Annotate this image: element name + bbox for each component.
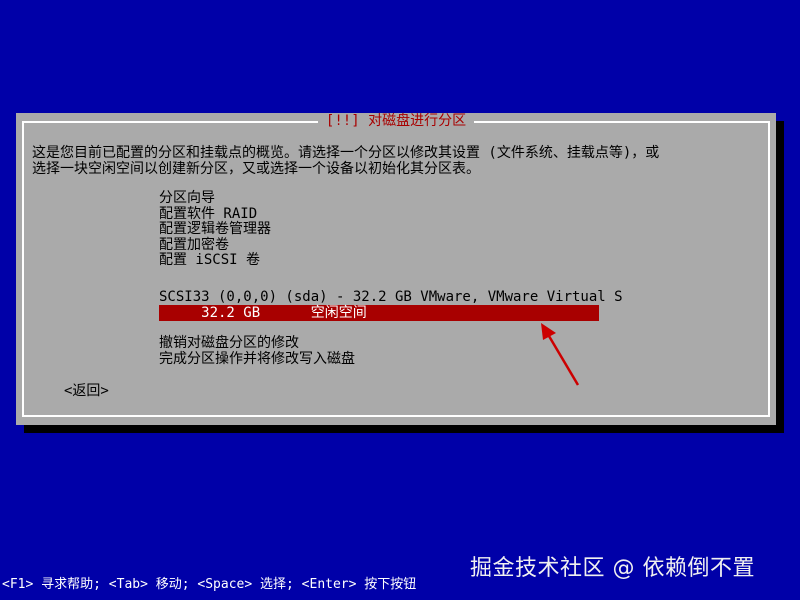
partition-actions: 撤销对磁盘分区的修改 完成分区操作并将修改写入磁盘 xyxy=(159,335,355,367)
partition-menu: 分区向导 配置软件 RAID 配置逻辑卷管理器 配置加密卷 配置 iSCSI 卷 xyxy=(159,190,271,269)
dialog-title-text: [!!] 对磁盘进行分区 xyxy=(317,113,475,129)
menu-item-lvm[interactable]: 配置逻辑卷管理器 xyxy=(159,221,271,238)
partition-dialog: [!!] 对磁盘进行分区 这是您目前已配置的分区和挂载点的概览。请选择一个分区以… xyxy=(16,113,776,425)
menu-item-guided-partitioning[interactable]: 分区向导 xyxy=(159,190,271,207)
finish-partitioning-item[interactable]: 完成分区操作并将修改写入磁盘 xyxy=(159,351,355,367)
back-button[interactable]: <返回> xyxy=(64,383,109,399)
description-line-1: 这是您目前已配置的分区和挂载点的概览。请选择一个分区以修改其设置 (文件系统、挂… xyxy=(32,145,660,161)
watermark: 掘金技术社区 @ 依赖倒不置 xyxy=(470,556,755,581)
description-line-2: 选择一块空闲空间以创建新分区，又或选择一个设备以初始化其分区表。 xyxy=(32,161,480,177)
dialog-description: 这是您目前已配置的分区和挂载点的概览。请选择一个分区以修改其设置 (文件系统、挂… xyxy=(32,145,762,177)
status-bar: <F1> 寻求帮助; <Tab> 移动; <Space> 选择; <Enter>… xyxy=(2,577,417,592)
menu-item-software-raid[interactable]: 配置软件 RAID xyxy=(159,206,271,223)
dialog-title: [!!] 对磁盘进行分区 xyxy=(16,113,776,129)
disk-entry[interactable]: SCSI33 (0,0,0) (sda) - 32.2 GB VMware, V… xyxy=(159,289,623,305)
undo-changes-item[interactable]: 撤销对磁盘分区的修改 xyxy=(159,335,355,351)
menu-item-encrypted-volumes[interactable]: 配置加密卷 xyxy=(159,237,271,254)
menu-item-iscsi[interactable]: 配置 iSCSI 卷 xyxy=(159,252,271,269)
free-space-partition-selected[interactable]: 32.2 GB 空闲空间 xyxy=(159,305,599,321)
